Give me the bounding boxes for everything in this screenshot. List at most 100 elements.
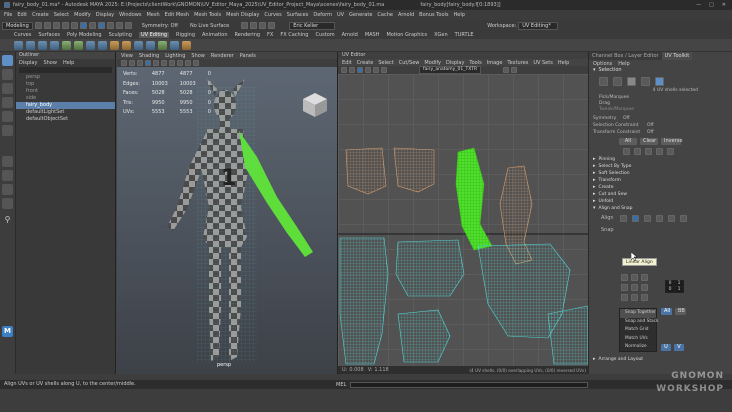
hypershade-icon[interactable] [268, 22, 276, 29]
snap-offset-u-max[interactable]: 1 [675, 281, 683, 286]
close-icon[interactable]: ✕ [722, 2, 726, 8]
viewport-menu-show[interactable]: Show [191, 53, 205, 59]
fairy-body-mesh[interactable]: 1 [167, 79, 313, 363]
tab-uv-toolkit[interactable]: UV Toolkit [661, 52, 693, 60]
menu-edit-mesh[interactable]: Edit Mesh [165, 12, 189, 18]
xray-icon[interactable] [177, 60, 183, 66]
move-tool-icon[interactable] [2, 97, 13, 108]
uv-shell-select-icon[interactable] [655, 76, 664, 86]
undo-icon[interactable] [61, 22, 69, 29]
view-cube[interactable] [303, 93, 327, 117]
align-v-min-icon[interactable] [656, 214, 663, 222]
flyout-snap-together[interactable]: Snap Together [620, 309, 656, 318]
uv-shell-orange-1[interactable] [345, 147, 387, 195]
camera-icon[interactable] [121, 60, 127, 66]
textured-icon[interactable] [153, 60, 159, 66]
uv-menu-uv-sets[interactable]: UV Sets [533, 60, 553, 66]
uv-editor-icon[interactable] [158, 40, 167, 50]
shelf-tab-custom[interactable]: Custom [315, 32, 334, 38]
snap-point-icon[interactable] [124, 22, 132, 29]
redo-icon[interactable] [70, 22, 78, 29]
snap-curve-icon[interactable] [115, 22, 123, 29]
mode-dropdown[interactable]: Modeling [2, 21, 33, 30]
cut-uv-icon[interactable] [86, 40, 95, 50]
auto-map-icon[interactable] [50, 40, 59, 50]
uv-shell-cyan-right[interactable] [547, 305, 589, 365]
menu-bonus-tools[interactable]: Bonus Tools [419, 12, 448, 18]
uv-shell-cyan-head[interactable] [395, 239, 465, 297]
uv-menu-create[interactable]: Create [357, 60, 374, 66]
wireframe-icon[interactable] [137, 60, 143, 66]
menu-edit[interactable]: Edit [17, 12, 27, 18]
align-v-max-icon[interactable] [680, 214, 687, 222]
texel-density-icon[interactable] [182, 40, 191, 50]
uv-shell-orange-2[interactable] [393, 147, 435, 193]
snap-offset-v-min[interactable]: 0 [666, 287, 674, 292]
uv-menu-modify[interactable]: Modify [424, 60, 441, 66]
cylindrical-map-icon[interactable] [26, 40, 35, 50]
grow-select-icon[interactable] [656, 147, 663, 155]
scale-tool-icon[interactable] [2, 125, 13, 136]
resolution-gate-icon[interactable] [193, 60, 199, 66]
menu-mesh-display[interactable]: Mesh Display [226, 12, 259, 18]
select-inverse-button[interactable]: Inverse [661, 137, 682, 145]
toolkit-menu-help[interactable]: Help [618, 61, 629, 67]
select-component-icon[interactable] [97, 22, 105, 29]
menu-mesh[interactable]: Mesh [146, 12, 159, 18]
minimize-icon[interactable]: — [696, 2, 701, 8]
live-surface-status[interactable]: No Live Surface [190, 23, 229, 29]
shelf-tab-sculpting[interactable]: Sculpting [109, 32, 132, 38]
layout-single-icon[interactable] [2, 156, 13, 167]
sew-uv-icon[interactable] [98, 40, 107, 50]
outliner-item-front[interactable]: front [16, 88, 115, 95]
lights-icon[interactable] [161, 60, 167, 66]
flyout-snap-and-stack[interactable]: Snap and Stack [620, 318, 659, 327]
section-soft-selection[interactable]: Soft Selection [589, 170, 732, 177]
align-u-min-icon[interactable] [620, 214, 627, 222]
layout-four-icon[interactable] [2, 170, 13, 181]
shelf-tab-rigging[interactable]: Rigging [176, 32, 195, 38]
viewport-menu-shading[interactable]: Shading [139, 53, 159, 59]
uv-shell-cyan-leg-left[interactable] [339, 237, 389, 365]
menu-create[interactable]: Create [32, 12, 49, 18]
menu-cache[interactable]: Cache [377, 12, 393, 18]
align-u-max-icon[interactable] [644, 214, 651, 222]
viewport-menu-renderer[interactable]: Renderer [211, 53, 234, 59]
outliner-menu-show[interactable]: Show [43, 60, 57, 66]
texture-dropdown[interactable]: fairy_anatomy_01_TXTR [419, 66, 482, 74]
symmetry-value[interactable]: Off [623, 116, 630, 121]
edge-select-icon[interactable] [613, 76, 622, 86]
outliner-menu-help[interactable]: Help [63, 60, 74, 66]
snap-center-icon[interactable] [631, 284, 638, 291]
outliner-item-persp[interactable]: persp [16, 74, 115, 81]
uv-menu-select[interactable]: Select [378, 60, 393, 66]
snap-offset-v-max[interactable]: 1 [675, 287, 683, 292]
section-transform[interactable]: Transform [589, 177, 732, 184]
menu-file[interactable]: File [4, 12, 12, 18]
snap-offset-u-min[interactable]: 0 [666, 281, 674, 286]
contour-stretch-icon[interactable] [74, 40, 83, 50]
mel-command-field[interactable] [350, 382, 588, 388]
checker-icon[interactable] [170, 40, 179, 50]
outliner-item-side[interactable]: side [16, 95, 115, 102]
snap-left-icon[interactable] [621, 284, 628, 291]
section-align-and-snap[interactable]: Align and Snap [589, 205, 732, 212]
option-tweak-marquee[interactable]: Tweak/Marquee [589, 107, 732, 114]
align-u-center-icon[interactable] [632, 214, 639, 222]
shelf-tab-motion-graphics[interactable]: Motion Graphics [386, 32, 427, 38]
flyout-match-grid[interactable]: Match Grid [620, 326, 656, 335]
layout-outliner-icon[interactable] [2, 198, 13, 209]
shelf-tab-fx-caching[interactable]: FX Caching [280, 32, 308, 38]
section-create[interactable]: Create [589, 184, 732, 191]
menu-uv[interactable]: UV [337, 12, 344, 18]
outliner-item-default-object-set[interactable]: defaultObjectSet [16, 116, 115, 123]
menu-select[interactable]: Select [54, 12, 69, 18]
normalize-u-button[interactable]: U [661, 344, 671, 351]
uv-grid-canvas[interactable]: U: 0.008 V: 1.118 (4 UV shells, (0/0) ov… [338, 74, 589, 374]
menu-surfaces[interactable]: Surfaces [287, 12, 309, 18]
menu-modify[interactable]: Modify [74, 12, 91, 18]
shrink-select-icon[interactable] [667, 147, 674, 155]
layout-icon[interactable] [122, 40, 131, 50]
camera-based-map-icon[interactable] [62, 40, 71, 50]
shelf-tab-poly-modeling[interactable]: Poly Modeling [67, 32, 102, 38]
